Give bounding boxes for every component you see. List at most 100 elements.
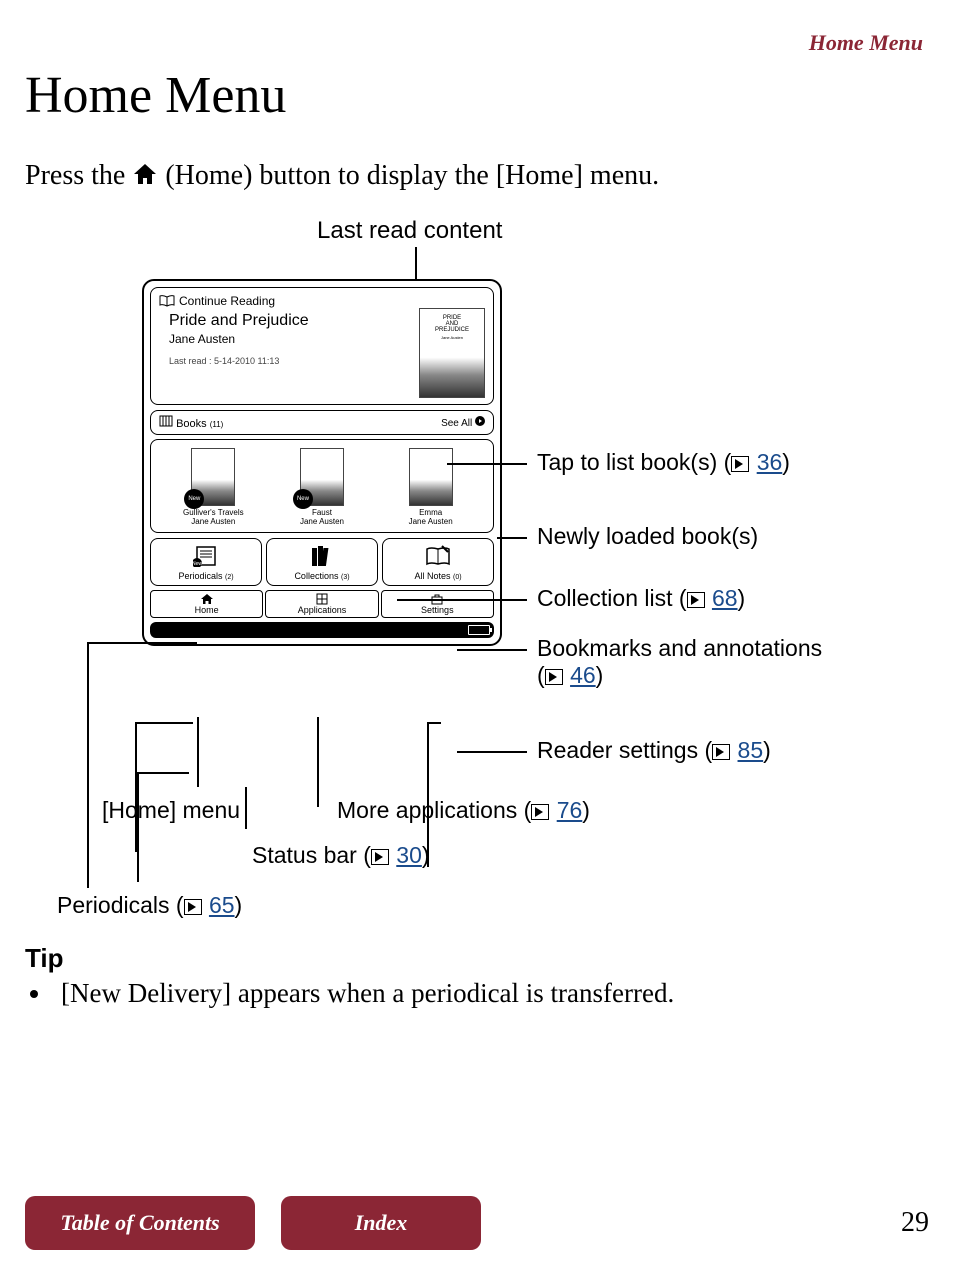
leader bbox=[135, 722, 193, 724]
books-header[interactable]: Books (11) See All bbox=[150, 410, 494, 435]
collections-tile[interactable]: Collections (3) bbox=[266, 538, 378, 586]
all-notes-label: All Notes bbox=[414, 571, 450, 581]
link-p36[interactable]: 36 bbox=[757, 449, 783, 475]
nav-settings-label: Settings bbox=[421, 605, 454, 615]
callout-bookmarks: Bookmarks and annotations ( 46) bbox=[537, 635, 857, 689]
collections-count: (3) bbox=[341, 574, 350, 581]
new-badge-icon: New bbox=[184, 489, 204, 509]
cr-last-read: Last read : 5-14-2010 11:13 bbox=[169, 356, 309, 366]
leader bbox=[197, 717, 199, 787]
all-notes-tile[interactable]: All Notes (0) bbox=[382, 538, 494, 586]
periodicals-tile[interactable]: New Periodicals (2) bbox=[150, 538, 262, 586]
leader bbox=[137, 772, 139, 882]
cr-cover: PRIDE AND PREJUDICE Jane Austen bbox=[419, 308, 485, 398]
nav-home[interactable]: Home bbox=[150, 590, 263, 618]
diagram: Last read content Continue Reading Pride… bbox=[27, 217, 927, 937]
book-author-2: Jane Austen bbox=[391, 517, 471, 526]
home-icon bbox=[200, 593, 214, 605]
book-open-icon bbox=[159, 295, 175, 307]
leader bbox=[87, 642, 197, 644]
books-count: (11) bbox=[210, 420, 224, 429]
cover-line3: PREJUDICE bbox=[435, 327, 469, 333]
leader bbox=[457, 751, 527, 753]
callout-home-menu: [Home] menu bbox=[102, 797, 240, 824]
leader bbox=[427, 722, 441, 724]
page-ref-icon bbox=[184, 899, 202, 915]
leader bbox=[245, 787, 247, 829]
callout-status-bar: Status bar ( 30) bbox=[252, 842, 430, 869]
nav-settings[interactable]: Settings bbox=[381, 590, 494, 618]
nav-applications[interactable]: Applications bbox=[265, 590, 378, 618]
link-p65[interactable]: 65 bbox=[209, 892, 235, 918]
page-title: Home Menu bbox=[25, 66, 929, 125]
page-ref-icon bbox=[731, 456, 749, 472]
cr-book-author: Jane Austen bbox=[169, 332, 309, 346]
see-all-label: See All bbox=[441, 418, 472, 429]
books-panel: New Gulliver's Travels Jane Austen New F… bbox=[150, 439, 494, 533]
cover-author: Jane Austen bbox=[441, 335, 463, 340]
notes-icon bbox=[424, 544, 452, 568]
grid-icon bbox=[315, 593, 329, 605]
tip-list: [New Delivery] appears when a periodical… bbox=[25, 978, 929, 1009]
section-header: Home Menu bbox=[25, 30, 923, 56]
toc-button[interactable]: Table of Contents bbox=[25, 1196, 255, 1250]
intro-text-1: Press the bbox=[25, 160, 132, 191]
home-icon bbox=[132, 162, 158, 186]
leader bbox=[397, 599, 527, 601]
newspaper-icon: New bbox=[193, 545, 219, 567]
see-all-link[interactable]: See All bbox=[441, 416, 485, 429]
footer: Table of Contents Index 29 bbox=[25, 1196, 929, 1250]
page-ref-icon bbox=[712, 744, 730, 760]
callout-last-read: Last read content bbox=[317, 217, 502, 245]
link-p30[interactable]: 30 bbox=[396, 842, 422, 868]
link-p76[interactable]: 76 bbox=[557, 797, 583, 823]
nav-home-label: Home bbox=[195, 605, 219, 615]
callout-collection-list: Collection list ( 68) bbox=[537, 585, 745, 612]
page-ref-icon bbox=[371, 849, 389, 865]
leader bbox=[137, 772, 189, 774]
continue-reading-panel[interactable]: Continue Reading Pride and Prejudice Jan… bbox=[150, 287, 494, 405]
page-number: 29 bbox=[901, 1207, 929, 1239]
books-stack-icon bbox=[308, 544, 336, 568]
arrow-right-icon bbox=[475, 416, 485, 426]
new-badge-icon: New bbox=[293, 489, 313, 509]
continue-reading-label: Continue Reading bbox=[179, 294, 275, 308]
link-p46[interactable]: 46 bbox=[570, 662, 596, 688]
collections-label: Collections bbox=[294, 571, 338, 581]
book-cover-2 bbox=[409, 448, 453, 506]
book-title-1: Faust bbox=[282, 508, 362, 517]
page-ref-icon bbox=[687, 592, 705, 608]
tip-heading: Tip bbox=[25, 943, 929, 974]
book-title-2: Emma bbox=[391, 508, 471, 517]
callout-newly-loaded: Newly loaded book(s) bbox=[537, 523, 758, 550]
periodicals-label: Periodicals bbox=[178, 571, 222, 581]
leader bbox=[317, 717, 319, 795]
intro-text-2: (Home) button to display the [Home] menu… bbox=[165, 160, 659, 191]
leader bbox=[87, 642, 89, 888]
callout-tap-books: Tap to list book(s) ( 36) bbox=[537, 449, 790, 476]
book-author-0: Jane Austen bbox=[173, 517, 253, 526]
leader bbox=[447, 463, 527, 465]
link-p85[interactable]: 85 bbox=[738, 737, 764, 763]
book-item-1[interactable]: New Faust Jane Austen bbox=[282, 446, 362, 526]
callout-more-apps: More applications ( 76) bbox=[337, 797, 590, 824]
intro-paragraph: Press the (Home) button to display the [… bbox=[25, 155, 929, 197]
page-ref-icon bbox=[531, 804, 549, 820]
book-item-2[interactable]: Emma Jane Austen bbox=[391, 446, 471, 526]
cr-book-title: Pride and Prejudice bbox=[169, 312, 309, 330]
book-cover-1: New bbox=[300, 448, 344, 506]
books-label: Books bbox=[176, 418, 207, 430]
nav-apps-label: Applications bbox=[298, 605, 347, 615]
leader bbox=[497, 537, 527, 539]
book-title-0: Gulliver's Travels bbox=[173, 508, 253, 517]
book-author-1: Jane Austen bbox=[282, 517, 362, 526]
link-p68[interactable]: 68 bbox=[712, 585, 738, 611]
battery-icon bbox=[468, 625, 490, 635]
index-button[interactable]: Index bbox=[281, 1196, 481, 1250]
book-item-0[interactable]: New Gulliver's Travels Jane Austen bbox=[173, 446, 253, 526]
continue-reading-header: Continue Reading bbox=[159, 294, 485, 308]
tip-item: [New Delivery] appears when a periodical… bbox=[53, 978, 929, 1009]
periodicals-count: (2) bbox=[225, 574, 234, 581]
callout-periodicals: Periodicals ( 65) bbox=[57, 892, 242, 919]
callout-reader-settings: Reader settings ( 85) bbox=[537, 737, 771, 764]
